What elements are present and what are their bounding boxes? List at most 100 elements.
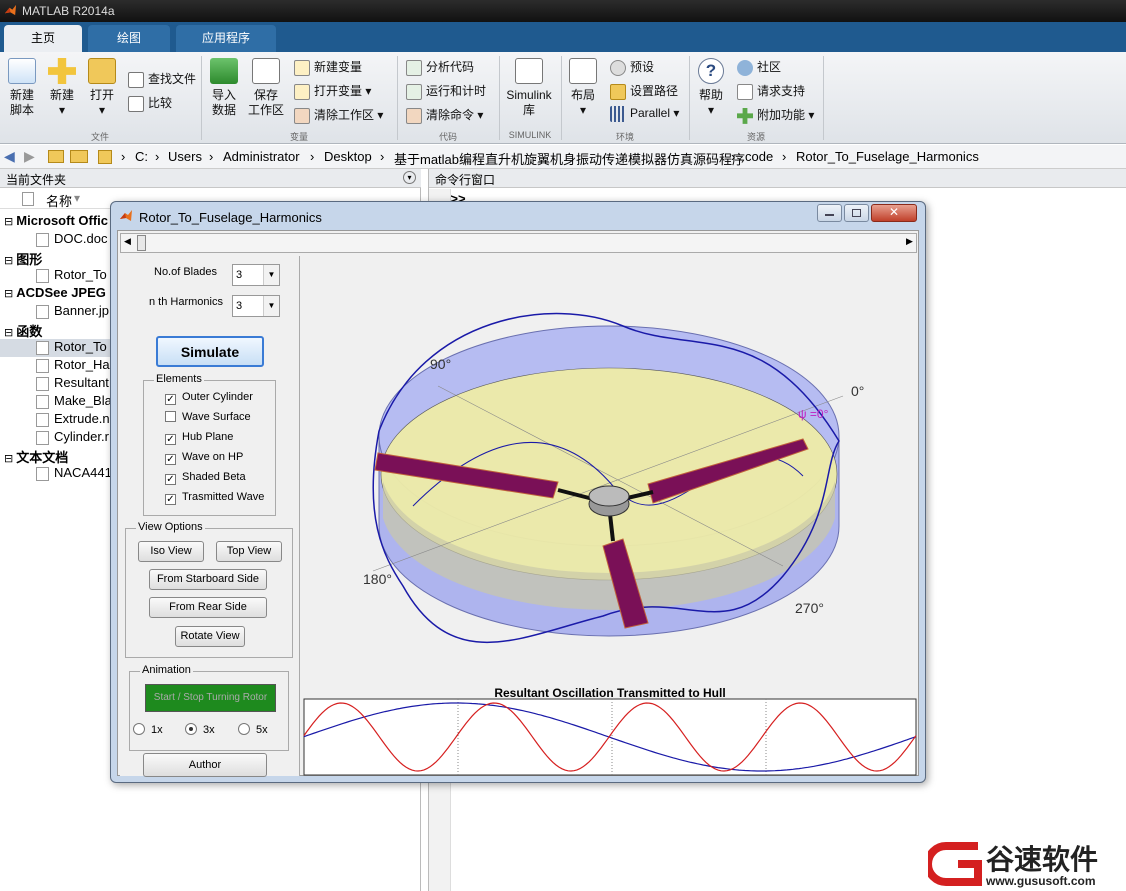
rotate-view-button[interactable]: Rotate View — [175, 626, 245, 647]
file-item[interactable]: Banner.jp — [36, 303, 109, 319]
breadcrumb-item[interactable]: Desktop — [324, 149, 372, 164]
rear-view-button[interactable]: From Rear Side — [149, 597, 267, 618]
element-checkbox[interactable]: ✓ Hub Plane — [165, 431, 233, 445]
radio-label: 1x — [151, 724, 163, 736]
file-item[interactable]: Rotor_To — [36, 339, 107, 355]
author-button[interactable]: Author — [143, 753, 267, 777]
starboard-view-button[interactable]: From Starboard Side — [149, 569, 267, 590]
scroll-right-icon[interactable]: ▶ — [906, 236, 913, 247]
parallel-button[interactable]: Parallel ▾ — [610, 106, 679, 122]
breadcrumb-item[interactable]: code — [745, 149, 773, 164]
file-item[interactable]: NACA441 — [36, 465, 112, 481]
radio-icon[interactable] — [133, 723, 145, 735]
breadcrumb-item[interactable]: 基于matlab编程直升机旋翼机身振动传递模拟器仿真源码程序 — [394, 149, 745, 168]
file-item[interactable]: Rotor_To — [36, 267, 107, 283]
panel-menu-icon[interactable]: ▾ — [403, 171, 416, 184]
back-arrow-icon[interactable]: ◀ — [4, 148, 15, 165]
group-environment-label: 环境 — [615, 132, 634, 142]
app-title-bar: MATLAB R2014a — [0, 0, 1126, 22]
top-view-button[interactable]: Top View — [216, 541, 282, 562]
maximize-button[interactable] — [844, 204, 869, 222]
compare-button[interactable]: 比较 — [128, 94, 172, 112]
find-files-button[interactable]: 查找文件 — [128, 70, 196, 88]
clear-commands-button[interactable]: 清除命令 ▾ — [406, 106, 483, 124]
radio-icon[interactable] — [238, 723, 250, 735]
horizontal-slider[interactable]: ◀ ▶ — [120, 233, 917, 253]
file-item[interactable]: Make_Bla — [36, 393, 112, 409]
collapse-icon[interactable]: ⊟ — [4, 453, 16, 465]
run-time-button[interactable]: 运行和计时 — [406, 82, 486, 100]
gusu-logo-icon — [928, 842, 982, 886]
tree-group[interactable]: ⊟ ACDSee JPEG E — [4, 285, 118, 300]
tab-apps[interactable]: 应用程序 — [176, 25, 276, 52]
help-button[interactable]: ? 帮助 ▾ — [694, 58, 728, 118]
collapse-icon[interactable]: ⊟ — [4, 255, 16, 267]
element-checkbox[interactable]: ✓ Outer Cylinder — [165, 391, 253, 405]
tab-home[interactable]: 主页 — [4, 25, 82, 52]
import-data-button[interactable]: 导入 数据 — [208, 58, 240, 118]
file-item[interactable]: Extrude.n — [36, 411, 110, 427]
oscillation-plot[interactable]: Resultant Oscillation Transmitted to Hul… — [303, 686, 917, 776]
up-folder-icon[interactable] — [48, 150, 64, 163]
blades-select[interactable]: 3 ▼ — [232, 264, 280, 286]
clear-workspace-button[interactable]: 清除工作区 ▾ — [294, 106, 383, 124]
request-support-button[interactable]: 请求支持 — [737, 82, 805, 100]
open-button[interactable]: 打开 ▾ — [86, 58, 118, 118]
checkbox-icon[interactable] — [165, 411, 176, 422]
preferences-button[interactable]: 预设 — [610, 58, 654, 76]
radio-icon[interactable] — [185, 723, 197, 735]
file-item[interactable]: Rotor_Ha — [36, 357, 110, 373]
file-item[interactable]: DOC.doc — [36, 231, 107, 247]
breadcrumb-item[interactable]: Users — [168, 149, 202, 164]
tree-group[interactable]: ⊟ 函数 — [4, 321, 42, 340]
collapse-icon[interactable]: ⊟ — [4, 288, 16, 300]
element-checkbox[interactable]: Wave Surface — [165, 411, 251, 423]
speed-radio[interactable]: 3x — [185, 723, 215, 736]
checkbox-icon[interactable]: ✓ — [165, 394, 176, 405]
checkbox-icon[interactable]: ✓ — [165, 434, 176, 445]
layout-button[interactable]: 布局 ▾ — [566, 58, 600, 118]
start-stop-button[interactable]: Start / Stop Turning Rotor — [145, 684, 276, 712]
browse-folder-icon[interactable] — [70, 150, 88, 163]
harmonics-select[interactable]: 3 ▼ — [232, 295, 280, 317]
tree-group[interactable]: ⊟ 图形 — [4, 249, 42, 268]
simulate-button[interactable]: Simulate — [156, 336, 264, 367]
breadcrumb-item[interactable]: C: — [135, 149, 148, 164]
save-workspace-button[interactable]: 保存 工作区 — [248, 58, 284, 118]
file-name: Extrude.n — [54, 411, 110, 426]
tree-group[interactable]: ⊟ Microsoft Offic — [4, 213, 108, 228]
set-path-button[interactable]: 设置路径 — [610, 82, 678, 100]
simulink-library-button[interactable]: Simulink 库 — [504, 58, 554, 118]
label-270: 270° — [795, 600, 824, 616]
element-checkbox[interactable]: ✓ Shaded Beta — [165, 471, 246, 485]
new-button[interactable]: 新建 ▾ — [46, 58, 78, 118]
open-variable-button[interactable]: 打开变量 ▾ — [294, 82, 371, 100]
analyze-code-button[interactable]: 分析代码 — [406, 58, 474, 76]
element-checkbox[interactable]: ✓ Wave on HP — [165, 451, 243, 465]
rotor-3d-plot[interactable]: 90° 0° 180° 270° ψ =0° — [303, 256, 917, 686]
scroll-left-icon[interactable]: ◀ — [124, 236, 131, 247]
breadcrumb-item[interactable]: Administrator — [223, 149, 300, 164]
iso-view-button[interactable]: Iso View — [138, 541, 204, 562]
file-item[interactable]: Cylinder.r — [36, 429, 109, 445]
speed-radio[interactable]: 5x — [238, 723, 268, 736]
tree-group[interactable]: ⊟ 文本文档 — [4, 447, 68, 466]
minimize-button[interactable] — [817, 204, 842, 222]
forward-arrow-icon[interactable]: ▶ — [24, 148, 35, 165]
checkbox-icon[interactable]: ✓ — [165, 474, 176, 485]
element-checkbox[interactable]: ✓ Trasmitted Wave — [165, 491, 264, 505]
file-item[interactable]: Resultant — [36, 375, 109, 391]
tab-plots[interactable]: 绘图 — [88, 25, 170, 52]
speed-radio[interactable]: 1x — [133, 723, 163, 736]
new-variable-button[interactable]: 新建变量 — [294, 58, 362, 76]
checkbox-icon[interactable]: ✓ — [165, 454, 176, 465]
collapse-icon[interactable]: ⊟ — [4, 327, 16, 339]
checkbox-icon[interactable]: ✓ — [165, 494, 176, 505]
close-button[interactable]: ✕ — [871, 204, 917, 222]
breadcrumb-item[interactable]: Rotor_To_Fuselage_Harmonics — [796, 149, 979, 164]
community-button[interactable]: 社区 — [737, 58, 781, 76]
collapse-icon[interactable]: ⊟ — [4, 216, 16, 228]
slider-thumb[interactable] — [137, 235, 146, 251]
addons-button[interactable]: 附加功能 ▾ — [737, 106, 814, 124]
new-script-button[interactable]: 新建 脚本 — [6, 58, 38, 118]
